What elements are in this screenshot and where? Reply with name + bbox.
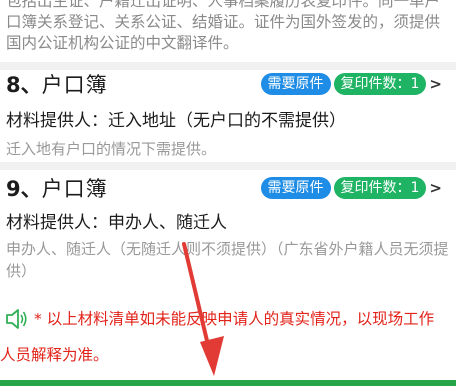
copy-count-badge: 复印件数：1	[333, 177, 427, 199]
material-provider: 材料提供人：迁入地址（无户口的不需提供）	[6, 111, 346, 131]
item-header: 8、 户口簿	[6, 70, 108, 98]
original-required-badge: 需要原件	[260, 177, 331, 199]
bottom-action-bar[interactable]	[0, 380, 456, 386]
disclaimer-line-1: * 以上材料清单如未能反映申请人的真实情况，以现场工作	[34, 310, 435, 328]
disclaimer-line-2: 人员解释为准。	[0, 346, 109, 364]
item-title: 户口簿	[41, 73, 108, 97]
item-number: 8、	[6, 73, 42, 97]
material-provider: 材料提供人：申办人、随迁人	[6, 213, 227, 233]
previous-item-note: 包括出生证、户籍迁出证明、人事档案履历表复印件。同一单户口簿关系登记、关系公证、…	[6, 0, 450, 62]
material-item-8[interactable]: 8、 户口簿 需要原件 复印件数：1 > 材料提供人：迁入地址（无户口的不需提供…	[0, 70, 456, 162]
item-badges: 需要原件 复印件数：1 >	[260, 73, 442, 95]
original-required-badge: 需要原件	[260, 73, 331, 95]
item-header: 9、 户口簿	[6, 174, 108, 202]
speaker-icon	[6, 309, 27, 329]
item-number: 9、	[6, 177, 42, 201]
item-remark: 迁入地有户口的情况下需提供。	[6, 140, 217, 158]
copy-count-badge: 复印件数：1	[333, 73, 427, 95]
chevron-right-icon[interactable]: >	[429, 179, 442, 197]
chevron-right-icon[interactable]: >	[429, 75, 442, 93]
item-remark: 申办人、随迁人（无随迁人则不须提供）（广东省外户籍人员无须提供）	[6, 240, 449, 280]
material-item-9[interactable]: 9、 户口簿 需要原件 复印件数：1 > 材料提供人：申办人、随迁人 申办人、随…	[0, 174, 456, 292]
previous-item-note-text: 包括出生证、户籍迁出证明、人事档案履历表复印件。同一单户口簿关系登记、关系公证、…	[6, 0, 441, 52]
section-divider	[0, 162, 456, 170]
item-badges: 需要原件 复印件数：1 >	[260, 177, 442, 199]
item-title: 户口簿	[41, 177, 108, 201]
